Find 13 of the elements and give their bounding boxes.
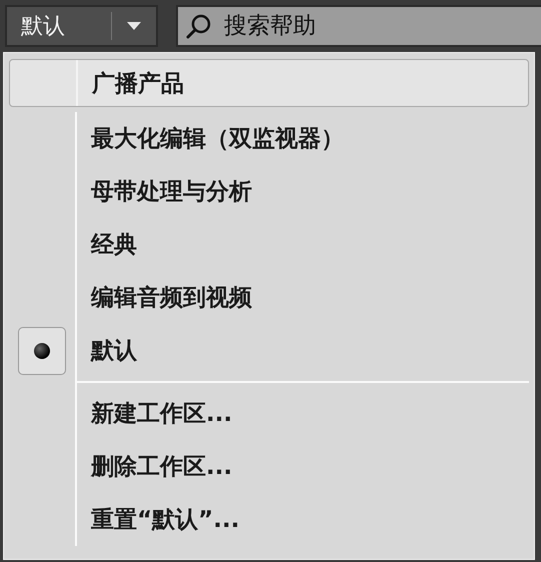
search-field[interactable]: 搜索帮助: [176, 5, 541, 47]
menu-item[interactable]: 最大化编辑（双监视器）: [9, 112, 529, 165]
menu-item[interactable]: 默认: [9, 324, 529, 377]
search-icon: [186, 13, 212, 39]
menu-item[interactable]: 新建工作区...: [9, 387, 529, 440]
menu-item[interactable]: 删除工作区...: [9, 440, 529, 493]
menu-item[interactable]: 经典: [9, 218, 529, 271]
menu-item[interactable]: 广播产品: [9, 59, 529, 107]
menu-item[interactable]: 重置“默认”...: [9, 493, 529, 546]
menu-item[interactable]: 母带处理与分析: [9, 165, 529, 218]
menu-item[interactable]: 编辑音频到视频: [9, 271, 529, 324]
workspace-dropdown[interactable]: 默认: [5, 5, 158, 47]
caret-icon: [126, 21, 142, 31]
